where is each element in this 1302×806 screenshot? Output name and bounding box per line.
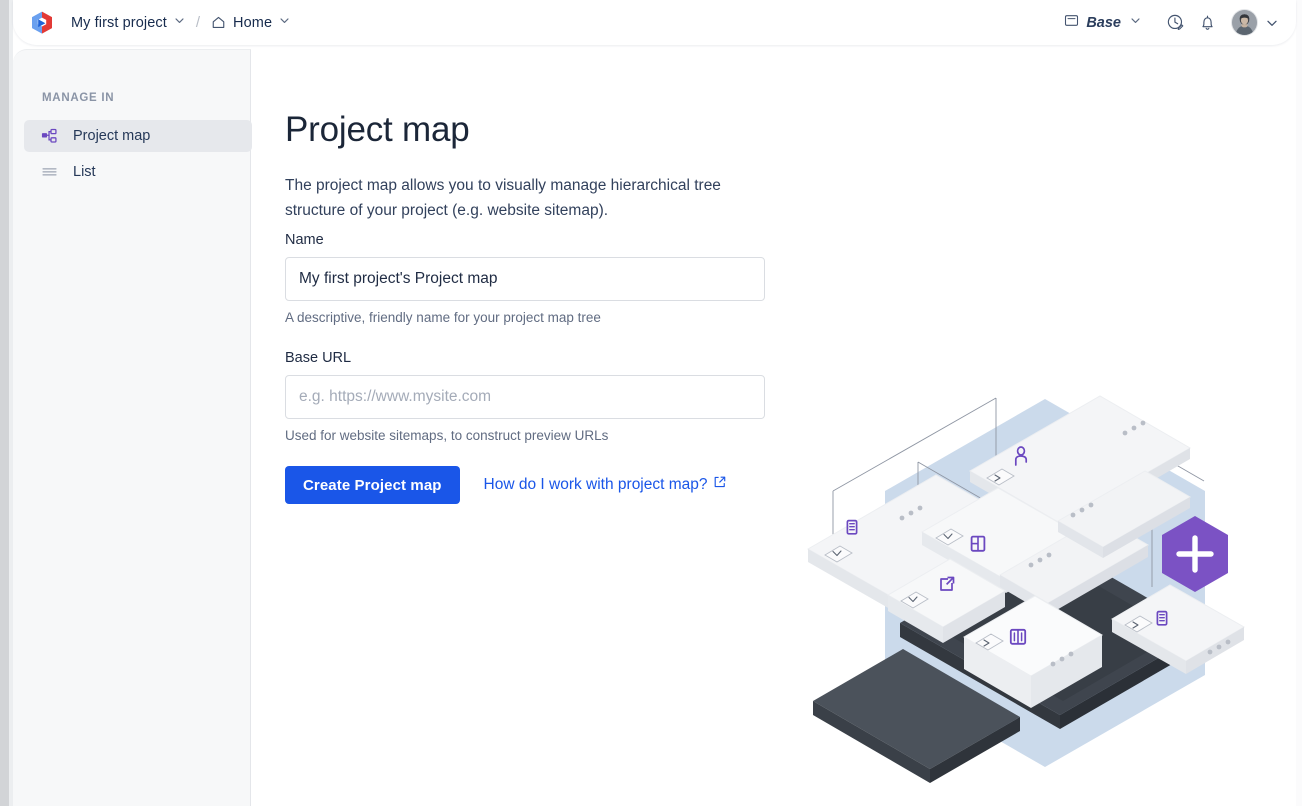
person-icon bbox=[1016, 447, 1026, 465]
name-input[interactable] bbox=[285, 257, 765, 301]
breadcrumb-project[interactable]: My first project bbox=[71, 14, 185, 32]
document-icon bbox=[847, 521, 856, 534]
window-edge-right bbox=[1296, 0, 1302, 806]
top-navigation-bar: My first project / Home bbox=[13, 0, 1296, 45]
card-more-dots bbox=[1123, 421, 1146, 436]
name-field-group: Name A descriptive, friendly name for yo… bbox=[285, 232, 765, 325]
base-url-input[interactable] bbox=[285, 375, 765, 419]
clock-edit-icon[interactable] bbox=[1159, 7, 1191, 39]
window-icon bbox=[1064, 13, 1079, 33]
layout-icon bbox=[972, 537, 985, 551]
help-link[interactable]: How do I work with project map? bbox=[484, 476, 726, 494]
illustration-card bbox=[1000, 517, 1148, 615]
base-url-field-label: Base URL bbox=[285, 350, 765, 366]
sidebar-item-label: Project map bbox=[73, 128, 150, 144]
illustration-hex-backdrop bbox=[885, 399, 1205, 767]
home-icon bbox=[211, 15, 226, 30]
main-content: Project map The project map allows you t… bbox=[252, 49, 1296, 806]
chevron-down-icon bbox=[1130, 13, 1141, 31]
sitemap-tree-icon bbox=[41, 128, 61, 145]
base-selector-label: Base bbox=[1086, 15, 1121, 31]
window-edge-left bbox=[0, 0, 9, 806]
breadcrumb-project-label: My first project bbox=[71, 15, 167, 31]
illustration-card bbox=[1058, 471, 1190, 558]
page-description: The project map allows you to visually m… bbox=[285, 173, 755, 223]
plus-hexagon-icon bbox=[1162, 516, 1228, 592]
columns-icon bbox=[1011, 630, 1025, 644]
sidebar-nav-list: Project map List bbox=[24, 120, 252, 192]
xray-hexagon-logo-icon[interactable] bbox=[27, 8, 57, 38]
sidebar-section-title: MANAGE IN bbox=[42, 92, 114, 104]
external-link-icon bbox=[941, 578, 954, 591]
bell-icon[interactable] bbox=[1191, 7, 1223, 39]
breadcrumb-home-label: Home bbox=[233, 15, 272, 31]
chevron-down-icon bbox=[279, 13, 290, 31]
breadcrumb-home[interactable]: Home bbox=[211, 14, 290, 32]
base-selector[interactable]: Base bbox=[1064, 13, 1141, 33]
illustration-card bbox=[964, 596, 1102, 708]
app-window: My first project / Home bbox=[0, 0, 1302, 806]
chevron-down-icon bbox=[174, 13, 185, 31]
avatar[interactable] bbox=[1231, 9, 1258, 36]
create-project-map-button[interactable]: Create Project map bbox=[285, 466, 460, 504]
sidebar: MANAGE IN Project map bbox=[13, 49, 251, 806]
form-actions: Create Project map How do I work with pr… bbox=[285, 466, 726, 504]
breadcrumb-separator: / bbox=[196, 14, 200, 31]
illustration-platform bbox=[813, 539, 1205, 783]
help-link-label: How do I work with project map? bbox=[484, 476, 708, 494]
document-icon bbox=[1157, 612, 1166, 625]
avatar-menu-chevron-down-icon[interactable] bbox=[1266, 17, 1278, 29]
sidebar-item-list[interactable]: List bbox=[24, 156, 252, 188]
illustration-card bbox=[1112, 585, 1244, 674]
base-url-field-hint: Used for website sitemaps, to construct … bbox=[285, 428, 765, 443]
sidebar-item-project-map[interactable]: Project map bbox=[24, 120, 252, 152]
illustration-card bbox=[888, 559, 1005, 643]
illustration-card bbox=[922, 488, 1082, 593]
isometric-project-map-illustration bbox=[800, 379, 1290, 806]
header-actions: Base bbox=[1064, 7, 1296, 39]
base-url-field-group: Base URL Used for website sitemaps, to c… bbox=[285, 350, 765, 443]
breadcrumb: My first project / Home bbox=[13, 8, 290, 38]
name-field-hint: A descriptive, friendly name for your pr… bbox=[285, 310, 765, 325]
sidebar-item-label: List bbox=[73, 164, 96, 180]
illustration-card bbox=[808, 475, 1018, 609]
illustration-connector-lines bbox=[833, 398, 1204, 609]
external-link-icon bbox=[714, 476, 726, 488]
name-field-label: Name bbox=[285, 232, 765, 248]
illustration-card bbox=[970, 396, 1190, 534]
list-lines-icon bbox=[41, 164, 61, 181]
page-title: Project map bbox=[285, 110, 470, 150]
